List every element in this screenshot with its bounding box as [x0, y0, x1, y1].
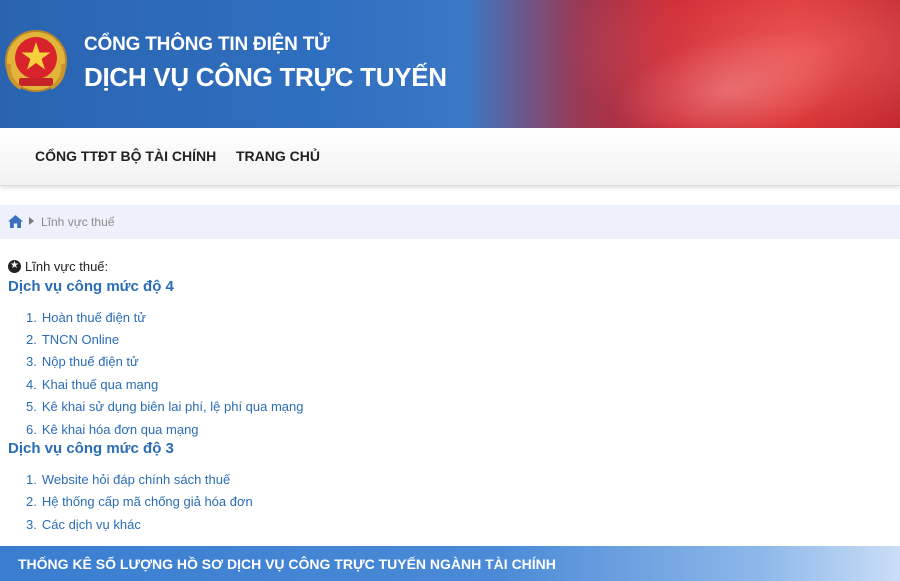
service-link[interactable]: TNCN Online [42, 332, 119, 347]
list-item: 2. TNCN Online [26, 332, 120, 348]
service-link[interactable]: Khai thuế qua mạng [42, 377, 158, 392]
breadcrumb: Lĩnh vực thuế [0, 205, 900, 239]
list-item: 5. Kê khai sử dụng biên lai phí, lệ phí q… [26, 399, 304, 415]
stats-title: THỐNG KÊ SỐ LƯỢNG HỒ SƠ DỊCH VỤ CÔNG TRỰ… [18, 556, 556, 572]
service-link[interactable]: Website hỏi đáp chính sách thuế [42, 472, 230, 487]
star-circle-icon: ★ [8, 259, 21, 273]
chevron-right-icon [29, 217, 34, 225]
service-link[interactable]: Kê khai hóa đơn qua mạng [42, 422, 199, 437]
breadcrumb-current[interactable]: Lĩnh vực thuế [41, 215, 114, 229]
service-link[interactable]: Nộp thuế điện tử [42, 354, 139, 369]
service-list-level4: 1. Hoàn thuế điện tử 2. TNCN Online 3. Nộp … [26, 306, 888, 440]
list-item: 3. Các dịch vụ khác [26, 516, 141, 532]
list-item: 3. Nộp thuế điện tử [26, 354, 139, 370]
list-item: 4. Khai thuế qua mạng [26, 376, 159, 392]
list-item: 1. Hoàn thuế điện tử [26, 309, 146, 325]
list-item: 6. Kê khai hóa đơn qua mạng [26, 421, 199, 437]
service-link[interactable]: Kê khai sử dụng biên lai phí, lệ phí qua… [42, 399, 304, 414]
service-link[interactable]: Các dịch vụ khác [42, 517, 141, 532]
service-link[interactable]: Hoàn thuế điện tử [42, 310, 146, 325]
stats-banner: THỐNG KÊ SỐ LƯỢNG HỒ SƠ DỊCH VỤ CÔNG TRỰ… [0, 546, 900, 581]
field-heading: ★ Lĩnh vực thuế: [8, 257, 888, 275]
service-list-level3: 1. Website hỏi đáp chính sách thuế 2. Hệ t… [26, 468, 888, 535]
national-emblem-icon[interactable] [3, 28, 69, 98]
list-item: 2. Hệ thống cấp mã chống giả hóa đơn [26, 494, 253, 510]
main-content: ★ Lĩnh vực thuế: Dịch vụ công mức độ 4 1… [8, 257, 888, 536]
nav-item-bo-tai-chinh[interactable]: CỔNG TTĐT BỘ TÀI CHÍNH [35, 148, 216, 164]
list-item: 1. Website hỏi đáp chính sách thuế [26, 472, 231, 488]
main-nav: CỔNG TTĐT BỘ TÀI CHÍNH TRANG CHỦ [0, 128, 900, 186]
home-icon[interactable] [8, 215, 23, 228]
field-label: Lĩnh vực thuế: [25, 258, 109, 274]
site-header: CỔNG THÔNG TIN ĐIỆN TỬ DỊCH VỤ CÔNG TRỰC… [0, 0, 900, 128]
site-title-line1: CỔNG THÔNG TIN ĐIỆN TỬ [84, 34, 330, 55]
section-title-level4: Dịch vụ công mức độ 4 [8, 278, 174, 295]
section-title-level3: Dịch vụ công mức độ 3 [8, 440, 174, 458]
nav-item-trang-chu[interactable]: TRANG CHỦ [236, 148, 320, 164]
service-link[interactable]: Hệ thống cấp mã chống giả hóa đơn [42, 494, 253, 509]
site-title-line2[interactable]: DỊCH VỤ CÔNG TRỰC TUYẾN [84, 62, 447, 93]
